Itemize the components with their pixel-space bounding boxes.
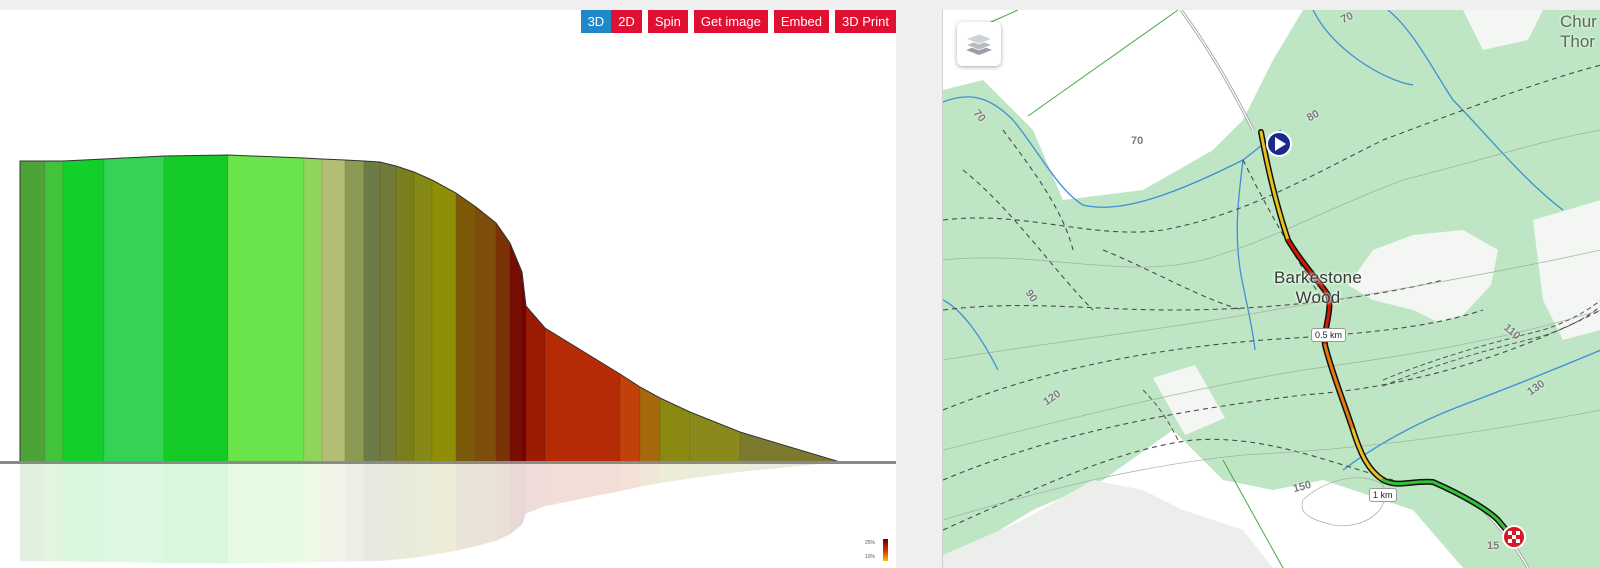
profile-reflection xyxy=(380,462,396,561)
wood-name-label: Barkestone Wood xyxy=(1274,268,1362,307)
profile-segment xyxy=(639,386,661,463)
profile-segment xyxy=(363,160,381,463)
profile-reflection xyxy=(414,462,432,558)
profile-segment xyxy=(544,327,621,463)
profile-reflection xyxy=(364,462,380,562)
profile-segment xyxy=(509,242,523,463)
profile-segment xyxy=(379,161,397,463)
profile-segment xyxy=(321,158,346,463)
profile-reflection xyxy=(104,462,164,563)
profile-reflection xyxy=(228,462,304,564)
profile-segment xyxy=(619,373,641,463)
profile-segment xyxy=(413,171,433,463)
place-name-label: Chur Thor xyxy=(1560,12,1597,51)
profile-segment xyxy=(62,158,105,463)
profile-reflection xyxy=(476,462,496,547)
contour-label: 70 xyxy=(1131,135,1144,147)
profile-reflection xyxy=(456,462,476,551)
profile-reflection xyxy=(304,462,322,563)
profile-reflection xyxy=(522,462,526,525)
profile-reflection xyxy=(345,462,364,562)
profile-segment xyxy=(19,160,46,463)
profile-reflection xyxy=(620,462,640,492)
layers-button[interactable] xyxy=(957,22,1001,66)
gradient-scale-bar xyxy=(883,539,888,561)
legend-bottom-label: 10% xyxy=(865,554,876,560)
profile-reflection xyxy=(660,462,690,484)
route-finish-marker[interactable] xyxy=(1502,525,1526,549)
profile-segment xyxy=(395,165,415,463)
profile-reflection xyxy=(545,462,620,507)
spin-button[interactable]: Spin xyxy=(647,10,688,33)
profile-reflection xyxy=(496,462,510,541)
distance-marker: 0.5 km xyxy=(1311,328,1347,342)
profile-reflection xyxy=(63,462,104,562)
view-3d-button[interactable]: 3D xyxy=(580,10,612,33)
profile-reflection xyxy=(432,462,456,556)
gradient-legend: 25% 10% xyxy=(864,538,894,564)
get-image-button[interactable]: Get image xyxy=(693,10,768,33)
contour-label: 15 xyxy=(1487,540,1500,552)
route-map[interactable]: Barkestone Wood Chur Thor 0.5 km 1 km 70… xyxy=(942,10,1600,568)
profile-reflection xyxy=(45,462,63,562)
profile-reflection xyxy=(526,462,545,514)
elevation-profile-3d[interactable] xyxy=(0,10,896,568)
profile-baseline xyxy=(0,461,896,464)
profile-reflection xyxy=(690,462,740,479)
profile-reflection xyxy=(20,462,45,562)
profile-segment xyxy=(163,154,229,463)
profile-segment xyxy=(525,305,546,463)
profile-reflection xyxy=(164,462,228,564)
profile-segment xyxy=(455,192,477,463)
profile-reflection xyxy=(396,462,414,560)
profile-segment xyxy=(303,157,323,463)
view-toolbar: 3D 2D Spin Get image Embed 3D Print xyxy=(580,10,896,33)
layers-icon xyxy=(964,33,994,55)
profile-segment xyxy=(475,206,497,463)
profile-segment xyxy=(495,222,511,463)
profile-segment xyxy=(344,159,365,463)
profile-reflection xyxy=(322,462,345,562)
profile-segment xyxy=(227,154,305,463)
distance-marker: 1 km xyxy=(1369,488,1397,502)
view-mode-toggle: 3D 2D xyxy=(580,10,642,33)
legend-top-label: 25% xyxy=(865,540,876,546)
profile-segment xyxy=(431,179,457,463)
profile-segment xyxy=(659,397,691,463)
road xyxy=(1179,10,1255,131)
profile-segment xyxy=(103,155,165,463)
elevation-profile-panel[interactable]: 3D 2D Spin Get image Embed 3D Print 25% … xyxy=(0,10,896,568)
embed-button[interactable]: Embed xyxy=(773,10,830,33)
profile-reflection xyxy=(510,462,522,535)
profile-reflection xyxy=(640,462,660,487)
route-start-marker[interactable] xyxy=(1266,131,1292,157)
profile-segment xyxy=(44,160,64,463)
view-2d-button[interactable]: 2D xyxy=(611,10,642,33)
3d-print-button[interactable]: 3D Print xyxy=(835,10,896,33)
profile-segment xyxy=(689,411,741,463)
